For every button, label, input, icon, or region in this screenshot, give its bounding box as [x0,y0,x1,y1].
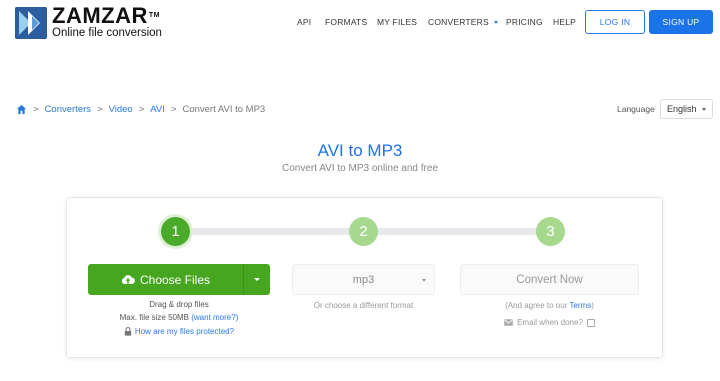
nav-my-files[interactable]: MY FILES [377,17,417,27]
zamzar-logo[interactable]: ZAMZARTM Online file conversion [15,3,162,39]
page-title: AVI to MP3 [317,141,403,160]
want-more-link[interactable]: (want more?) [191,313,238,322]
upload-icon [121,274,135,286]
email-when-done-label: Email when done? [517,318,583,327]
nav-converters-label: CONVERTERS [428,17,489,27]
breadcrumb-video[interactable]: Video [109,104,133,115]
breadcrumb-converters[interactable]: Converters [45,104,91,115]
breadcrumb-separator: > [97,104,103,115]
step-1-indicator: 1 [161,217,190,246]
logo-tagline: Online file conversion [52,27,162,39]
drag-drop-text: Drag & drop files [149,300,209,309]
email-when-done-checkbox[interactable] [586,318,595,327]
choose-files-button[interactable]: Choose Files [88,264,243,295]
choose-files-button-group: Choose Files [88,264,270,295]
breadcrumb-avi[interactable]: AVI [150,104,165,115]
convert-now-button[interactable]: Convert Now [460,264,639,295]
chevron-down-icon [254,278,260,281]
site-header: ZAMZARTM Online file conversion API FORM… [0,0,720,44]
terms-prefix: (And agree to our [505,301,568,310]
chevron-down-icon [702,108,706,111]
format-selected-value: mp3 [352,273,375,286]
terms-agreement-text: (And agree to our Terms) [460,301,639,310]
breadcrumb-separator: > [33,104,39,115]
files-protected-label: How are my files protected? [134,327,235,336]
home-icon[interactable] [16,104,27,115]
step-2-indicator: 2 [349,217,378,246]
breadcrumb: > Converters > Video > AVI > Convert AVI… [16,104,265,115]
format-select[interactable]: mp3 [292,264,435,295]
choose-files-dropdown[interactable] [244,264,270,295]
step-3-indicator: 3 [536,217,565,246]
max-file-size-text: Max. file size 50MB (want more?) [88,313,270,322]
chevron-down-icon [493,21,498,25]
nav-help[interactable]: HELP [553,17,576,27]
terms-suffix: ) [591,301,594,310]
nav-converters[interactable]: CONVERTERS [428,17,498,27]
nav-pricing[interactable]: PRICING [506,17,543,27]
breadcrumb-current: Convert AVI to MP3 [182,104,266,115]
page-subtitle: Convert AVI to MP3 online and free [281,163,438,174]
breadcrumb-separator: > [170,104,177,115]
max-file-size-label: Max. file size 50MB [119,313,189,322]
language-select[interactable]: English [660,99,713,119]
email-when-done-row: Email when done? [460,318,639,327]
signup-button[interactable]: SIGN UP [649,10,713,34]
language-selected-value: English [667,104,697,114]
choose-files-label: Choose Files [139,272,211,287]
logo-name: ZAMZAR [52,3,148,28]
envelope-icon [504,319,513,326]
logo-trademark: TM [148,12,160,19]
language-label: Language [617,104,655,114]
chevron-down-icon [422,279,426,282]
breadcrumb-separator: > [138,104,145,115]
nav-formats[interactable]: FORMATS [325,17,367,27]
logo-mark-icon [15,6,47,39]
files-protected-link[interactable]: How are my files protected? [88,327,270,336]
format-hint-text: Or choose a different format [313,301,414,310]
terms-link[interactable]: Terms [569,301,591,310]
login-button[interactable]: LOG IN [585,10,645,34]
lock-icon [124,327,132,336]
nav-api[interactable]: API [297,17,311,27]
